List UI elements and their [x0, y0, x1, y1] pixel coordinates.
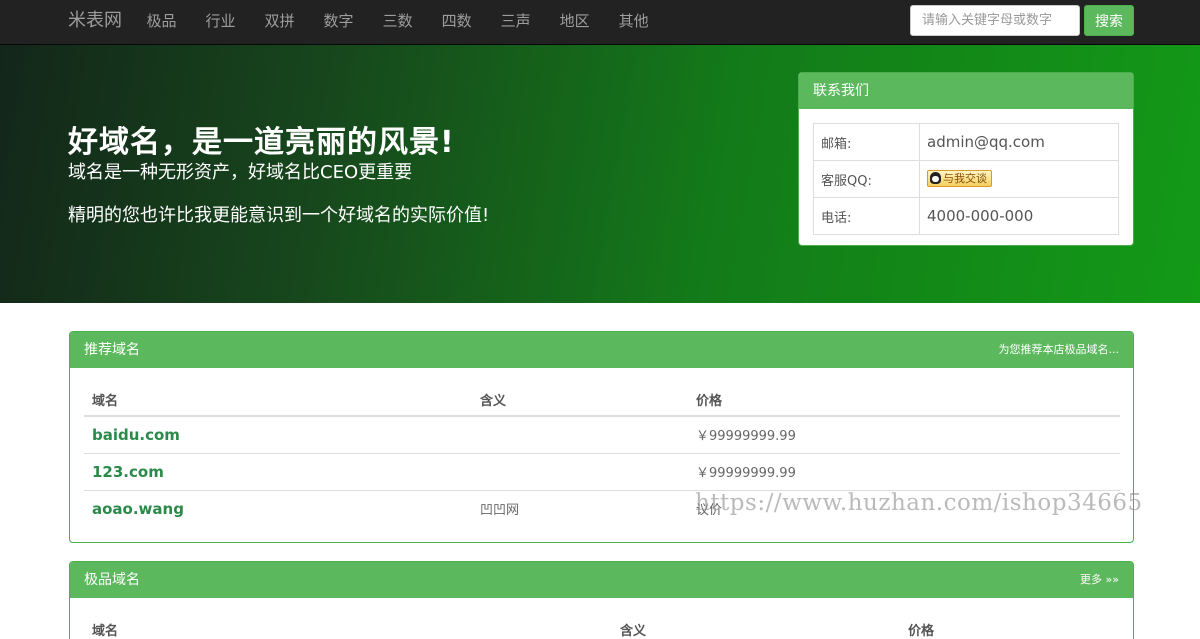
contact-row-email: 邮箱: admin@qq.com: [813, 123, 1119, 161]
price-cell: ￥99999999.99: [688, 452, 1120, 490]
column-header-meaning: 含义: [472, 383, 688, 417]
contact-panel: 联系我们 邮箱: admin@qq.com 客服QQ: 与我交谈 电话: 400…: [798, 72, 1134, 246]
premium-domains-panel: 极品域名 更多 »» 域名 含义 价格: [69, 561, 1134, 639]
column-header-price: 价格: [688, 383, 1120, 417]
panel-header: 推荐域名 为您推荐本店极品域名...: [70, 332, 1133, 368]
panel-title: 极品域名: [84, 572, 140, 588]
hero-subtitle: 域名是一种无形资产，好域名比CEO更重要: [68, 162, 413, 183]
nav-item: 双拼: [250, 0, 309, 44]
nav-item: 行业: [191, 0, 250, 44]
nav-link-diqu[interactable]: 地区: [545, 0, 604, 44]
hero-tagline: 精明的您也许比我更能意识到一个好域名的实际价值!: [68, 205, 490, 226]
table-header-row: 域名 含义 价格: [84, 613, 1120, 639]
contact-row-phone: 电话: 4000-000-000: [813, 197, 1119, 235]
table-row: 123.com ￥99999999.99: [84, 452, 1120, 490]
contact-phone: 4000-000-000: [919, 197, 1119, 235]
table-row: baidu.com ￥99999999.99: [84, 415, 1120, 453]
column-header-domain: 域名: [84, 383, 472, 417]
contact-email: admin@qq.com: [919, 123, 1119, 161]
nav-item: 数字: [309, 0, 368, 44]
domain-link[interactable]: aoao.wang: [92, 500, 184, 518]
search-input[interactable]: [910, 5, 1080, 36]
panel-note: 为您推荐本店极品域名...: [998, 343, 1120, 356]
nav-link-shuangpin[interactable]: 双拼: [250, 0, 309, 44]
column-header-domain: 域名: [84, 613, 612, 639]
brand-logo[interactable]: 米表网: [68, 0, 122, 44]
nav-link-sansheng[interactable]: 三声: [486, 0, 545, 44]
nav-item: 三数: [368, 0, 427, 44]
nav-link-sanshu[interactable]: 三数: [368, 0, 427, 44]
meaning-cell: 凹凹网: [472, 489, 688, 527]
nav-link-hangye[interactable]: 行业: [191, 0, 250, 44]
meaning-cell: [472, 415, 688, 453]
hero-title: 好域名，是一道亮丽的风景!: [68, 125, 455, 160]
domain-cell: 123.com: [84, 452, 472, 490]
contact-row-qq: 客服QQ: 与我交谈: [813, 160, 1119, 198]
domain-cell: aoao.wang: [84, 489, 472, 527]
more-link[interactable]: 更多 »»: [1080, 562, 1119, 598]
contact-label: 客服QQ:: [813, 160, 920, 198]
domain-link[interactable]: 123.com: [92, 463, 164, 481]
qq-penguin-icon: [930, 172, 941, 185]
panel-title: 推荐域名: [84, 342, 140, 358]
nav-item: 其他: [604, 0, 663, 44]
contact-label: 电话:: [813, 197, 920, 235]
nav-item: 三声: [486, 0, 545, 44]
panel-header: 极品域名 更多 »»: [70, 562, 1133, 598]
price-cell: ￥99999999.99: [688, 415, 1120, 453]
nav-menu: 极品 行业 双拼 数字 三数 四数 三声 地区 其他: [132, 0, 663, 44]
nav-item: 四数: [427, 0, 486, 44]
nav-link-jipin[interactable]: 极品: [132, 0, 191, 44]
column-header-meaning: 含义: [612, 613, 900, 639]
hero-banner: 好域名，是一道亮丽的风景! 域名是一种无形资产，好域名比CEO更重要 精明的您也…: [0, 45, 1200, 303]
watermark-text: https://www.huzhan.com/ishop34665: [695, 490, 1143, 516]
qq-chat-button[interactable]: 与我交谈: [927, 169, 992, 187]
qq-chat-label: 与我交谈: [943, 172, 987, 186]
nav-item: 地区: [545, 0, 604, 44]
contact-table: 邮箱: admin@qq.com 客服QQ: 与我交谈 电话: 4000-000…: [813, 123, 1119, 235]
nav-link-qita[interactable]: 其他: [604, 0, 663, 44]
search-button[interactable]: 搜索: [1084, 5, 1134, 36]
nav-link-sishu[interactable]: 四数: [427, 0, 486, 44]
nav-item: 极品: [132, 0, 191, 44]
meaning-cell: [472, 452, 688, 490]
contact-qq: 与我交谈: [919, 160, 1119, 198]
top-navbar: 米表网 极品 行业 双拼 数字 三数 四数 三声 地区 其他 搜索: [0, 0, 1200, 45]
column-header-price: 价格: [900, 613, 1120, 639]
nav-link-shuzi[interactable]: 数字: [309, 0, 368, 44]
premium-domains-table: 域名 含义 价格: [84, 613, 1120, 639]
contact-panel-title: 联系我们: [799, 73, 1133, 109]
domain-link[interactable]: baidu.com: [92, 426, 180, 444]
contact-label: 邮箱:: [813, 123, 920, 161]
table-header-row: 域名 含义 价格: [84, 383, 1120, 417]
domain-cell: baidu.com: [84, 415, 472, 453]
